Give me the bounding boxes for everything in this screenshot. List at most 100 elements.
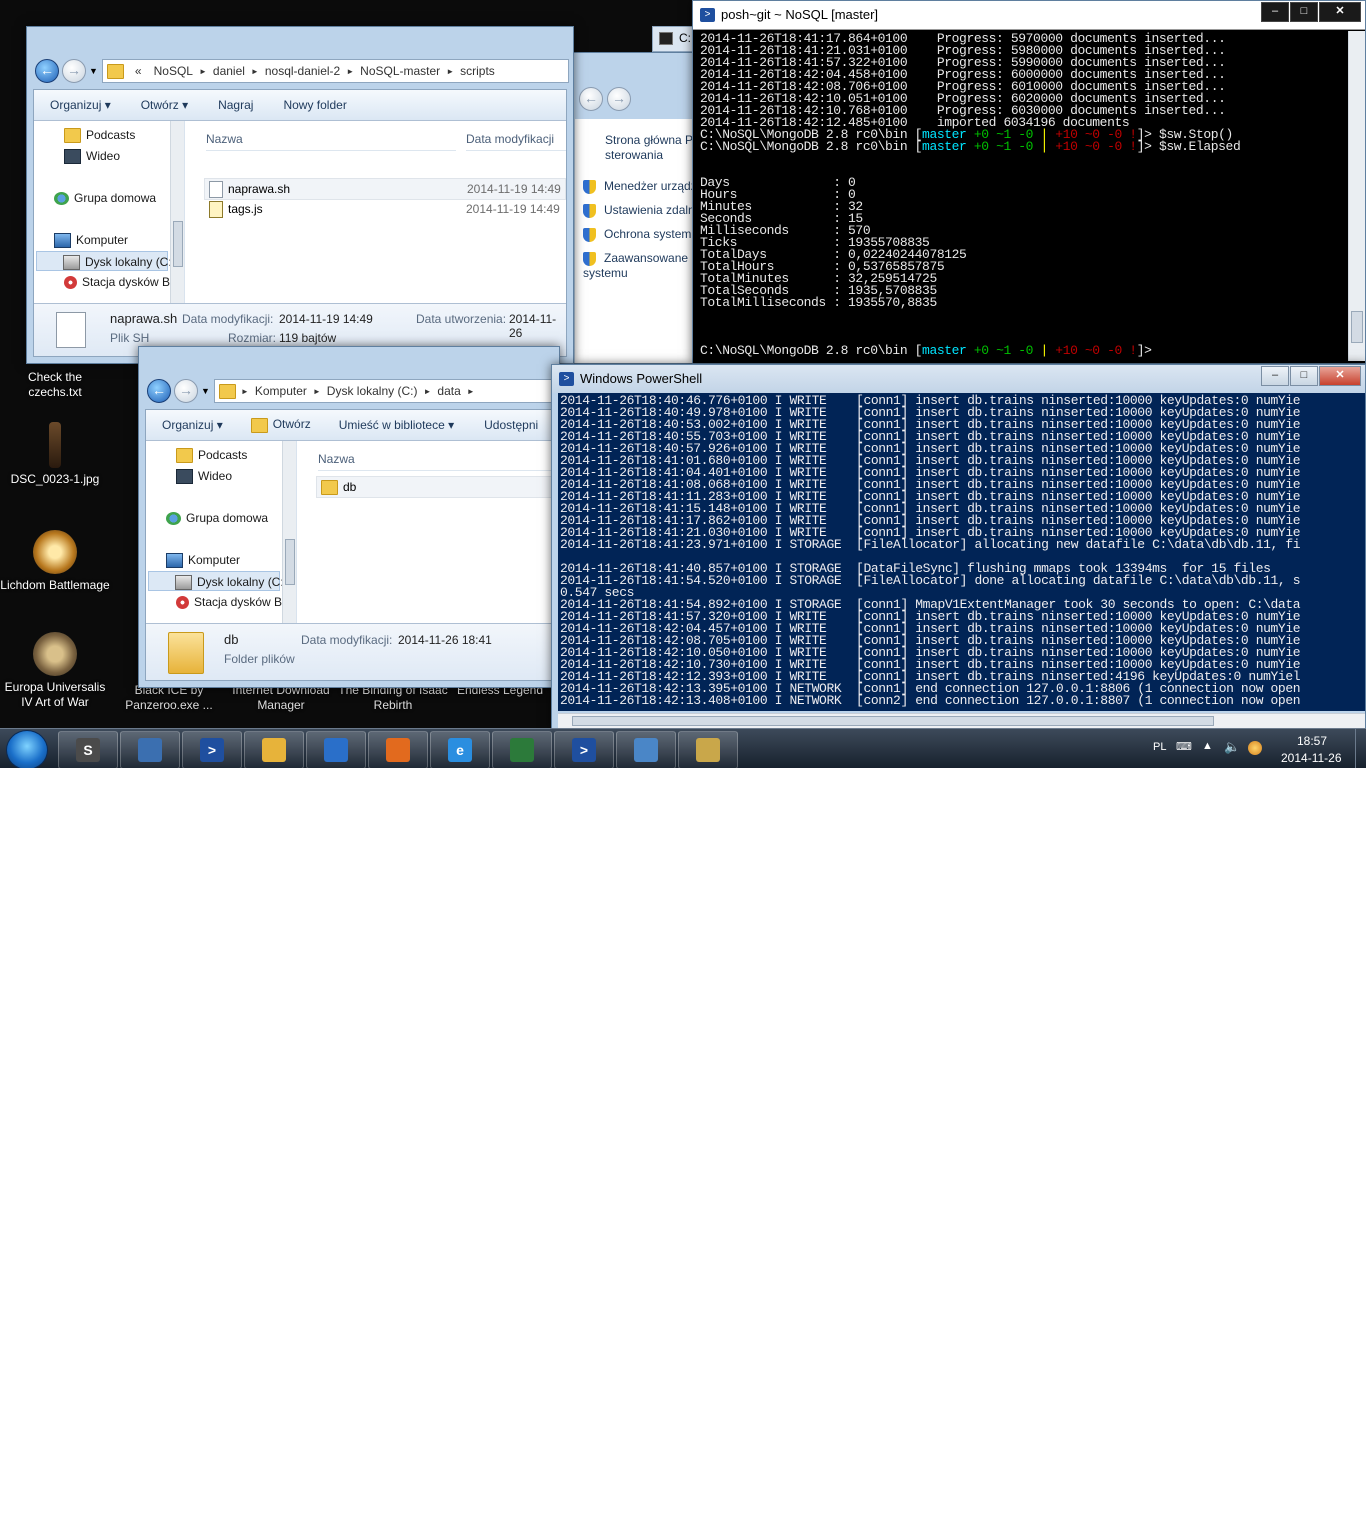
breadcrumb[interactable]: ► Komputer ► Dysk lokalny (C:) ► data ► — [213, 379, 559, 403]
breadcrumb[interactable]: « NoSQL ► daniel ► nosql-daniel-2 ► NoSQL-m… — [101, 59, 569, 83]
nav-item-disc-drive[interactable]: Stacja dysków Bl — [64, 272, 173, 292]
chevron-right-icon[interactable]: ► — [251, 67, 259, 76]
device-manager-link[interactable]: Menedżer urządz — [583, 179, 697, 194]
show-desktop-button[interactable] — [1355, 729, 1366, 768]
share-button[interactable]: Udostępni — [484, 418, 538, 432]
powershell-icon: > — [572, 738, 596, 762]
scrollbar-thumb[interactable] — [572, 716, 1214, 726]
clock-time[interactable]: 18:57 — [1297, 734, 1327, 748]
console-output[interactable]: 2014-11-26T18:40:46.776+0100 I WRITE [co… — [560, 394, 1301, 707]
uac-shield-icon — [583, 251, 596, 266]
breadcrumb-scripts[interactable]: scripts — [460, 64, 495, 78]
language-indicator[interactable]: PL — [1153, 741, 1166, 753]
powershell-console-area[interactable]: 2014-11-26T18:40:46.776+0100 I WRITE [co… — [558, 393, 1365, 711]
nav-item-computer[interactable]: Komputer — [166, 550, 240, 570]
nav-scrollbar[interactable] — [282, 441, 296, 627]
forward-button[interactable]: → — [607, 87, 631, 111]
nav-item-local-disk[interactable]: Dysk lokalny (C:) — [36, 251, 176, 271]
back-button[interactable]: ← — [35, 59, 59, 83]
breadcrumb-nosql-daniel-2[interactable]: nosql-daniel-2 — [265, 64, 340, 78]
minimize-button[interactable]: – — [1261, 366, 1289, 386]
column-header-name[interactable]: Nazwa — [318, 448, 558, 471]
scrollbar-thumb[interactable] — [173, 221, 183, 267]
nav-item-computer[interactable]: Komputer — [54, 230, 128, 250]
file-row[interactable]: naprawa.sh 2014-11-19 14:49 — [204, 178, 566, 200]
taskbar-app-button[interactable]: > — [554, 731, 614, 768]
nav-item-homegroup[interactable]: Grupa domowa — [166, 508, 268, 528]
file-row[interactable]: tags.js 2014-11-19 14:49 — [204, 199, 564, 219]
back-button[interactable]: ← — [147, 379, 171, 403]
new-folder-button[interactable]: Nowy folder — [283, 98, 346, 112]
nav-item-video[interactable]: Wideo — [176, 466, 232, 486]
show-hidden-icons-icon[interactable]: ▲ — [1202, 740, 1213, 752]
taskbar-app-button[interactable] — [492, 731, 552, 768]
breadcrumb-daniel[interactable]: daniel — [213, 64, 245, 78]
system-protection-link[interactable]: Ochrona system — [583, 227, 691, 242]
folder-row[interactable]: db — [316, 476, 558, 498]
advanced-system-link[interactable]: Zaawansowane systemu — [583, 251, 693, 281]
start-button[interactable] — [6, 730, 48, 768]
breadcrumb-nosql[interactable]: NoSQL — [154, 64, 193, 78]
close-button[interactable]: ✕ — [1319, 2, 1361, 22]
open-button[interactable]: Otwórz ▾ — [141, 98, 188, 112]
horizontal-scrollbar[interactable] — [558, 713, 1365, 729]
taskbar-app-button[interactable] — [306, 731, 366, 768]
taskbar-app-button[interactable] — [244, 731, 304, 768]
taskbar-app-button[interactable] — [678, 731, 738, 768]
history-dropdown-icon[interactable]: ▼ — [201, 386, 210, 396]
scrollbar-thumb[interactable] — [285, 539, 295, 585]
nav-scrollbar[interactable] — [170, 121, 184, 305]
maximize-button[interactable]: □ — [1290, 366, 1318, 386]
taskbar-app-button[interactable] — [616, 731, 676, 768]
desktop-icon-dsc-jpg[interactable]: DSC_0023-1.jpg — [0, 422, 110, 487]
minimize-button[interactable]: – — [1261, 2, 1289, 22]
nav-item-video[interactable]: Wideo — [64, 146, 120, 166]
desktop-icon-check-the-czechs[interactable]: Check the czechs.txt — [0, 370, 110, 400]
chevron-right-icon[interactable]: ► — [446, 67, 454, 76]
console-scrollbar[interactable] — [1348, 31, 1365, 361]
close-button[interactable]: ✕ — [1319, 366, 1361, 386]
console-output[interactable]: 2014-11-26T18:41:17.864+0100 Progress: 5… — [700, 32, 1241, 357]
breadcrumb-nosql-master[interactable]: NoSQL-master — [360, 64, 440, 78]
organize-button[interactable]: Organizuj ▾ — [162, 418, 223, 432]
nav-item-disc-drive[interactable]: Stacja dysków Bl — [176, 592, 285, 612]
chevron-right-icon[interactable]: ► — [346, 67, 354, 76]
control-panel-home-link[interactable]: Strona główna P sterowania — [605, 133, 695, 163]
remote-settings-link[interactable]: Ustawienia zdaln — [583, 203, 695, 218]
nav-item-local-disk[interactable]: Dysk lokalny (C:) — [148, 571, 288, 591]
organize-button[interactable]: Organizuj ▾ — [50, 98, 111, 112]
chevron-right-icon[interactable]: ► — [467, 387, 475, 396]
forward-button[interactable]: → — [174, 379, 198, 403]
nav-item-homegroup[interactable]: Grupa domowa — [54, 188, 156, 208]
burn-button[interactable]: Nagraj — [218, 98, 253, 112]
column-header-modified[interactable]: Data modyfikacji — [466, 128, 566, 151]
include-in-library-button[interactable]: Umieść w bibliotece ▾ — [339, 418, 454, 432]
open-button[interactable]: Otwórz — [250, 417, 311, 433]
scrollbar-thumb[interactable] — [1351, 311, 1363, 343]
keyboard-icon[interactable]: ⌨ — [1176, 740, 1192, 753]
nav-item-podcasts[interactable]: Podcasts — [176, 445, 247, 465]
breadcrumb-computer[interactable]: Komputer — [255, 384, 307, 398]
taskbar-app-button[interactable] — [368, 731, 428, 768]
volume-icon[interactable]: 🔈 — [1224, 739, 1240, 755]
back-button[interactable]: ← — [579, 87, 603, 111]
history-dropdown-icon[interactable]: ▼ — [89, 66, 98, 76]
chevron-right-icon[interactable]: ► — [241, 387, 249, 396]
desktop-icon-lichdom[interactable]: Lichdom Battlemage — [0, 530, 110, 593]
taskbar-app-button[interactable] — [120, 731, 180, 768]
chevron-right-icon[interactable]: ► — [199, 67, 207, 76]
chevron-right-icon[interactable]: ► — [423, 387, 431, 396]
network-icon[interactable] — [1248, 741, 1262, 755]
taskbar-app-button[interactable]: > — [182, 731, 242, 768]
maximize-button[interactable]: □ — [1290, 2, 1318, 22]
taskbar-app-button[interactable]: S — [58, 731, 118, 768]
breadcrumb-local-disk[interactable]: Dysk lokalny (C:) — [327, 384, 418, 398]
taskbar-app-button[interactable]: e — [430, 731, 490, 768]
chevron-right-icon[interactable]: ► — [313, 387, 321, 396]
nav-item-podcasts[interactable]: Podcasts — [64, 125, 135, 145]
column-header-name[interactable]: Nazwa — [206, 128, 456, 151]
breadcrumb-data[interactable]: data — [437, 384, 460, 398]
clock-date[interactable]: 2014-11-26 — [1281, 751, 1342, 765]
forward-button[interactable]: → — [62, 59, 86, 83]
desktop-icon-europa-universalis[interactable]: Europa Universalis IV Art of War — [0, 632, 110, 710]
